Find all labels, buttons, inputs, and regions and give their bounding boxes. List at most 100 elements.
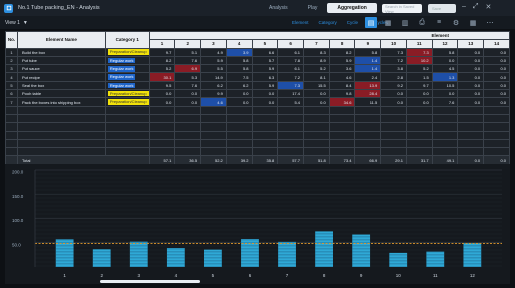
cycle-value: 0.0	[483, 80, 510, 91]
filter-element[interactable]: Element	[287, 18, 314, 27]
table-row[interactable]: 1 Build the box Preparation/Cleanup 9.7 5.1 4…	[5, 47, 510, 57]
bar-texture	[278, 241, 296, 267]
category-cell[interactable]: Regular work	[104, 64, 150, 74]
table-row[interactable]: 3 Put sauce Regular work 5.2 6.9 5.5 5.8 5.9 6.1…	[5, 64, 510, 74]
cycle-header[interactable]: 6	[277, 39, 304, 49]
element-name[interactable]: Pooh table	[16, 89, 106, 99]
cycle-value: 5.7	[251, 55, 279, 66]
cycle-header[interactable]: 3	[200, 39, 227, 49]
table-row[interactable]: 7 Pack the boxes into shipping box Prepara…	[5, 97, 510, 107]
category-badge: Regular work	[107, 74, 136, 80]
tab-play[interactable]: Play	[298, 3, 328, 13]
cycle-header[interactable]: 12	[431, 39, 459, 49]
filter-list-icon[interactable]: ≡	[433, 17, 445, 28]
empty-row	[5, 122, 510, 132]
cycle-header[interactable]: 7	[303, 39, 330, 49]
category-cell[interactable]: Preparation/Cleanup	[104, 47, 150, 57]
cycle-header[interactable]: 9	[354, 39, 382, 49]
category-badge: Regular work	[107, 82, 136, 89]
empty-cell	[328, 147, 356, 157]
empty-cell	[483, 113, 510, 124]
cycle-header[interactable]: 5	[251, 39, 279, 49]
empty-cell	[5, 113, 18, 124]
saved-view-search-input[interactable]: Search in Saved View	[382, 4, 422, 14]
table-row[interactable]: 4 Put recipe Regular work 30.1 5.3 14.9 7.5 6.3…	[5, 72, 510, 82]
grid-icon[interactable]: ▦	[467, 17, 479, 28]
empty-cell	[200, 130, 227, 140]
table-row[interactable]: 2 Put tube Regular work 8.2 7.6 5.9 5.8 5.7 7.8 8…	[5, 55, 510, 66]
close-icon[interactable]: ✕	[486, 3, 492, 11]
table-row[interactable]: 5 Seal the box Regular work 9.5 7.6 6.2 6.2 5.9…	[5, 80, 510, 91]
cycle-header[interactable]: 2	[174, 39, 202, 49]
element-name[interactable]: Put sauce	[16, 64, 106, 74]
cycle-header[interactable]: 8	[328, 39, 356, 49]
cycle-value: 0.0	[251, 97, 279, 107]
element-name[interactable]: Seal the box	[16, 80, 106, 91]
cycle-value: 3.9	[225, 47, 253, 57]
empty-cell	[303, 130, 330, 140]
tab-analysis[interactable]: Analysis	[259, 3, 298, 13]
restore-icon[interactable]: ⤢	[473, 3, 479, 11]
more-options-icon[interactable]: ⋯	[484, 17, 496, 28]
export-icon[interactable]: ⎙	[416, 17, 428, 28]
category-cell[interactable]: Regular work	[104, 80, 150, 91]
col-header-category[interactable]: Category 1	[104, 31, 150, 49]
category-cell[interactable]: Regular work	[104, 72, 150, 82]
minimize-icon[interactable]: –	[462, 3, 466, 11]
empty-cell	[16, 113, 106, 124]
cycle-value: 10.2	[405, 55, 433, 66]
bar-texture	[463, 243, 482, 267]
cycle-header[interactable]: 1	[148, 39, 176, 49]
cycle-header[interactable]: 14	[483, 39, 510, 49]
filter-category[interactable]: Category	[314, 18, 342, 27]
cycle-value: 13.9	[354, 80, 382, 91]
x-tick-label: 1	[63, 273, 66, 278]
empty-cell	[200, 122, 227, 132]
tab-aggregation[interactable]: Aggregation	[327, 3, 377, 13]
table-view-icon[interactable]: ▦	[382, 17, 394, 28]
cycle-value: 0.0	[174, 97, 202, 107]
element-name[interactable]: Build the box	[16, 47, 106, 57]
element-name[interactable]: Put tube	[16, 55, 106, 66]
cycle-value: 2.4	[354, 72, 382, 82]
empty-cell	[328, 105, 356, 115]
cycle-header[interactable]: 13	[457, 39, 485, 49]
table-row[interactable]: 6 Pooh table Preparation/Cleanup 0.0 0.0 9.9 0…	[5, 89, 510, 99]
empty-cell	[174, 113, 202, 124]
split-view-icon[interactable]: ▥	[399, 17, 411, 28]
cycle-value: 4.5	[431, 64, 459, 74]
empty-cell	[405, 113, 433, 124]
element-name[interactable]: Put recipe	[16, 72, 106, 82]
element-name[interactable]: Pack the boxes into shipping box	[16, 97, 106, 107]
category-cell[interactable]: Preparation/Cleanup	[104, 89, 150, 99]
cycle-header[interactable]: 10	[380, 39, 407, 49]
window-controls: – ⤢ ✕	[462, 3, 491, 11]
empty-cell	[303, 147, 330, 157]
cycle-value: 5.8	[354, 47, 382, 57]
category-cell[interactable]: Preparation/Cleanup	[104, 97, 150, 107]
save-button[interactable]: Save	[428, 4, 456, 13]
empty-cell	[174, 130, 202, 140]
cycle-value: 5.9	[328, 55, 356, 66]
cycle-header[interactable]: 11	[405, 39, 433, 49]
cycle-header[interactable]: 4	[225, 39, 253, 49]
empty-cell	[277, 105, 304, 115]
empty-cell	[431, 122, 459, 132]
empty-cell	[251, 147, 279, 157]
cycle-value: 8.9	[303, 55, 330, 66]
empty-cell	[225, 138, 253, 149]
category-cell[interactable]: Regular work	[104, 55, 150, 66]
category-badge: Preparation/Cleanup	[107, 99, 149, 105]
cycle-value: 9.8	[328, 89, 356, 99]
filter-cycle[interactable]: Cycle	[342, 18, 363, 27]
view-select[interactable]: View 1 ▼	[5, 20, 28, 26]
table-chart-view-icon[interactable]: ▤	[365, 17, 377, 28]
empty-cell	[457, 138, 485, 149]
app-icon[interactable]	[4, 3, 13, 13]
cycle-value: 5.9	[251, 64, 279, 74]
bar-texture	[166, 247, 185, 267]
horizontal-scrollbar[interactable]	[100, 280, 200, 283]
cycle-value: 9.7	[148, 47, 176, 57]
empty-cell	[431, 138, 459, 149]
gear-icon[interactable]: ⚙	[450, 17, 462, 28]
